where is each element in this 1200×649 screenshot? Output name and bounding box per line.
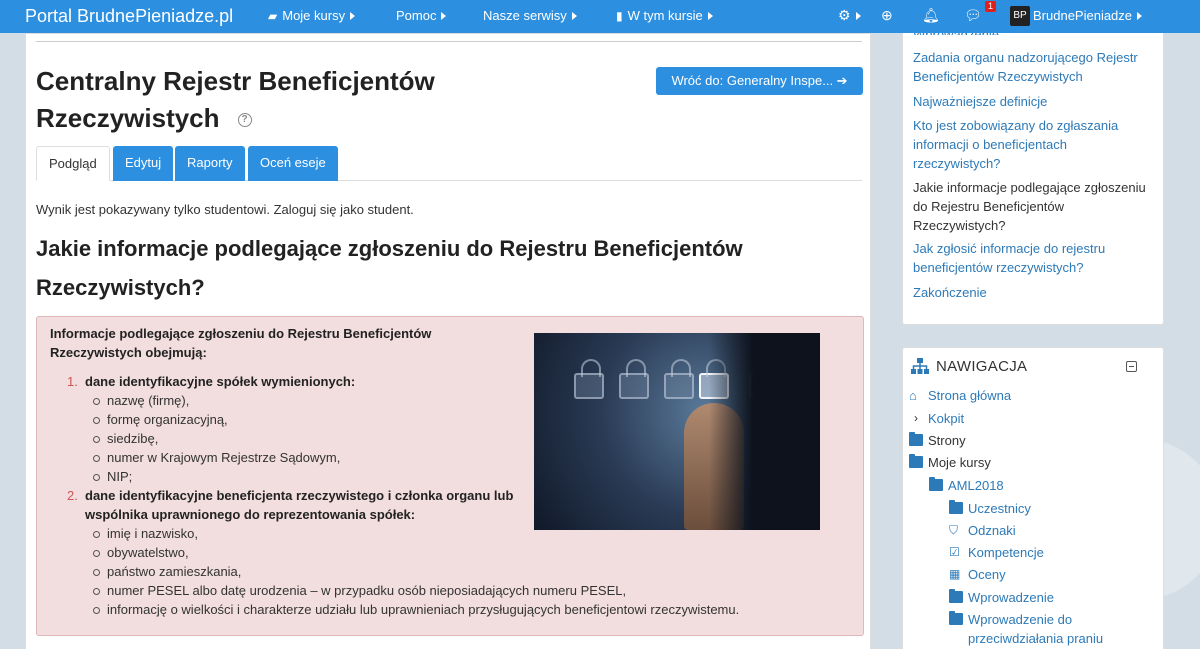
nav-label: Uczestnicy — [968, 501, 1031, 516]
back-button[interactable]: Wróć do: Generalny Inspe... ➔ — [656, 67, 863, 95]
tab-raporty[interactable]: Raporty — [175, 146, 245, 181]
navigation-block: NAWIGACJA ⌂ Strona główna › Kokpit Strony … — [902, 347, 1164, 649]
nav-item-kompetencje[interactable]: ☑ Kompetencje — [949, 543, 1044, 562]
nav-item-odznaki[interactable]: ⛉ Odznaki — [949, 521, 1016, 540]
caret-right-icon — [571, 11, 577, 20]
folder-icon — [949, 611, 963, 625]
lock-icon — [619, 359, 649, 399]
toc-link[interactable]: Zakończenie — [913, 283, 1153, 302]
collapse-icon[interactable] — [1126, 361, 1137, 372]
user-name: BrudnePieniadze — [1033, 8, 1133, 23]
list-number: 2. — [67, 488, 78, 503]
menu-pomoc[interactable]: Pomoc — [396, 8, 447, 23]
help-icon[interactable]: ? — [237, 113, 252, 128]
caret-right-icon — [856, 12, 861, 20]
notification-badge: 1 — [985, 1, 997, 12]
folder-icon — [949, 589, 963, 603]
caret-right-icon — [1137, 11, 1143, 20]
briefcase-icon: ▰ — [268, 8, 278, 23]
nav-label: Moje kursy — [928, 455, 991, 470]
nav-item-strony[interactable]: Strony — [909, 431, 966, 450]
sub-item: numer PESEL albo datę urodzenia – w przy… — [67, 581, 827, 600]
list-number: 1. — [67, 374, 78, 389]
table-icon: ▦ — [949, 567, 961, 581]
sub-item: obywatelstwo, — [67, 543, 827, 562]
avatar[interactable]: BP — [1010, 6, 1030, 26]
page-title: Centralny Rejestr Beneficjentów Rzeczywi… — [36, 63, 516, 137]
main-content: Centralny Rejestr Beneficjentów Rzeczywi… — [25, 33, 871, 649]
page-title-text: Centralny Rejestr Beneficjentów Rzeczywi… — [36, 66, 435, 133]
tab-podglad[interactable]: Podgląd — [36, 146, 110, 181]
security-lock-image — [534, 333, 820, 530]
nav-label: AML2018 — [948, 478, 1004, 493]
nav-item-wprowadzenie-do-przeciwdzialania[interactable]: Wprowadzenie do przeciwdziałania praniu … — [949, 610, 1159, 649]
menu-label: Pomoc — [396, 8, 437, 23]
list-item: 2. dane identyfikacyjne beneficjenta rze… — [67, 486, 527, 524]
user-menu[interactable]: BrudnePieniadze — [1033, 8, 1143, 23]
tab-ocen-eseje[interactable]: Oceń eseje — [248, 146, 338, 181]
menu-label: Nasze serwisy — [483, 8, 567, 23]
arrow-circle-down-icon[interactable]: ⊕ — [881, 7, 893, 24]
intro-text: Informacje podlegające zgłoszeniu do Rej… — [50, 326, 432, 360]
site-brand[interactable]: Portal BrudnePieniadze.pl — [25, 6, 233, 27]
lock-icon — [664, 359, 694, 399]
toc-link[interactable]: Kto jest zobowiązany do zgłaszania infor… — [913, 116, 1153, 173]
section-heading: Jakie informacje podlegające zgłoszeniu … — [36, 236, 743, 300]
tab-edytuj[interactable]: Edytuj — [113, 146, 174, 181]
menu-label: Moje kursy — [282, 8, 346, 23]
chat-icon[interactable]: 💬︎ — [964, 7, 982, 24]
bell-icon[interactable]: 🔔︎ — [922, 7, 940, 24]
nav-item-uczestnicy[interactable]: Uczestnicy — [949, 499, 1031, 518]
list-item-title: dane identyfikacyjne beneficjenta rzeczy… — [85, 488, 514, 522]
sub-item: państwo zamieszkania, — [67, 562, 827, 581]
home-icon: ⌂ — [909, 388, 917, 403]
folder-icon — [949, 500, 963, 514]
menu-moje-kursy[interactable]: ▰ Moje kursy — [268, 8, 356, 23]
menu-nasze-serwisy[interactable]: Nasze serwisy — [483, 8, 577, 23]
divider — [36, 41, 862, 42]
navigation-title: NAWIGACJA — [936, 358, 1028, 375]
nav-item-strona-glowna[interactable]: ⌂ Strona główna — [909, 386, 1011, 405]
nav-item-kokpit[interactable]: › Kokpit — [909, 409, 964, 428]
sitemap-icon — [911, 358, 929, 374]
nav-label: Kokpit — [928, 411, 965, 426]
nav-label: Wprowadzenie — [968, 590, 1054, 605]
folder-open-icon — [909, 454, 923, 468]
gear-icon[interactable]: ⚙ — [838, 7, 851, 24]
checkbox-icon: ☑ — [949, 545, 960, 559]
folder-icon — [909, 432, 923, 446]
chevron-right-icon: › — [914, 411, 918, 425]
sub-item: informację o wielkości i charakterze udz… — [67, 600, 827, 619]
caret-right-icon — [441, 11, 447, 20]
toc-link[interactable]: Najważniejsze definicje — [913, 92, 1153, 111]
toc-link[interactable]: Zadania organu nadzorującego Rejestr Ben… — [913, 48, 1153, 86]
nav-label: Odznaki — [968, 523, 1016, 538]
lock-icon — [574, 359, 604, 399]
content-box: Informacje podlegające zgłoszeniu do Rej… — [36, 316, 864, 636]
nav-item-aml2018[interactable]: AML2018 — [929, 476, 1004, 495]
nav-item-moje-kursy[interactable]: Moje kursy — [909, 453, 991, 472]
caret-right-icon — [707, 11, 713, 20]
notice-text: Wynik jest pokazywany tylko studentowi. … — [36, 202, 414, 217]
top-navbar: Portal BrudnePieniadze.pl ▰ Moje kursy P… — [0, 0, 1200, 33]
book-icon: ▮ — [616, 8, 623, 23]
folder-open-icon — [929, 477, 943, 491]
nav-item-oceny[interactable]: ▦ Oceny — [949, 565, 1006, 584]
toc-current: Jakie informacje podlegające zgłoszeniu … — [913, 180, 1146, 233]
nav-label: Oceny — [968, 567, 1006, 582]
nav-label: Kompetencje — [968, 545, 1044, 560]
tab-bar: Podgląd Edytuj Raporty Oceń eseje — [36, 146, 862, 181]
menu-w-tym-kursie[interactable]: ▮ W tym kursie — [616, 8, 713, 23]
nav-item-wprowadzenie[interactable]: Wprowadzenie — [949, 588, 1054, 607]
toc-link[interactable]: Jak zgłosić informacje do rejestru benef… — [913, 239, 1153, 277]
nav-label: Strona główna — [928, 388, 1012, 403]
nav-label: Wprowadzenie do przeciwdziałania praniu … — [968, 612, 1104, 646]
menu-label: W tym kursie — [627, 8, 703, 23]
shield-icon: ⛉ — [949, 523, 959, 537]
toc-panel: Wprowadzenie Zadania organu nadzorująceg… — [902, 27, 1164, 325]
caret-right-icon — [350, 11, 356, 20]
suit-graphic — [709, 333, 820, 530]
nav-label: Strony — [928, 433, 966, 448]
